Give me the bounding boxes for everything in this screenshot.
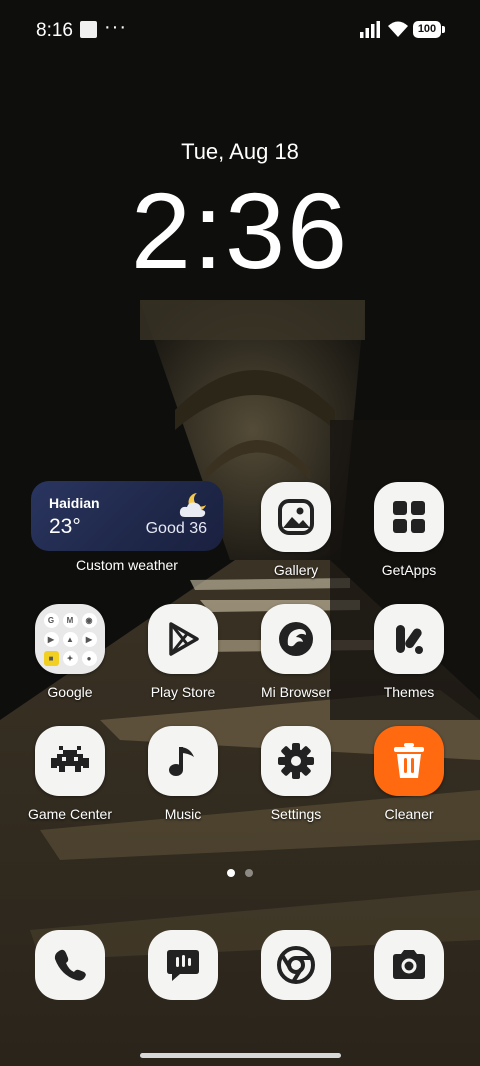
app-themes[interactable]: Themes bbox=[357, 604, 461, 700]
signal-icon bbox=[360, 21, 380, 38]
date: Tue, Aug 18 bbox=[181, 139, 299, 164]
gallery-icon[interactable] bbox=[261, 482, 331, 552]
app-game-center[interactable]: Game Center bbox=[18, 726, 122, 822]
app-getapps[interactable]: GetApps bbox=[357, 482, 461, 578]
page-dot-2[interactable] bbox=[245, 869, 253, 877]
dock-messages[interactable] bbox=[148, 930, 218, 1000]
app-settings[interactable]: Settings bbox=[244, 726, 348, 822]
dock-chrome[interactable] bbox=[261, 930, 331, 1000]
app-play-store[interactable]: Play Store bbox=[131, 604, 235, 700]
app-label: GetApps bbox=[381, 562, 437, 578]
app-label: Settings bbox=[270, 806, 322, 822]
weather-temperature: 23° bbox=[49, 515, 81, 538]
status-time: 8:16 bbox=[36, 20, 73, 41]
messages-icon bbox=[167, 950, 199, 981]
app-google-folder[interactable]: G M ◉ ▶ ▲ ▶ ■ ✦ ● Google bbox=[18, 604, 122, 700]
mi-browser-icon[interactable] bbox=[261, 604, 331, 674]
battery-icon: 100 bbox=[413, 21, 445, 38]
music-icon[interactable] bbox=[148, 726, 218, 796]
app-mi-browser[interactable]: Mi Browser bbox=[244, 604, 348, 700]
weather-widget[interactable]: Haidian 23° Good 36 bbox=[31, 481, 223, 551]
app-cleaner[interactable]: Cleaner bbox=[357, 726, 461, 822]
dock-camera[interactable] bbox=[374, 930, 444, 1000]
battery-level: 100 bbox=[413, 21, 441, 38]
dock-phone[interactable] bbox=[35, 930, 105, 1000]
play-store-icon[interactable] bbox=[148, 604, 218, 674]
phone-icon bbox=[54, 949, 86, 981]
status-bar: 8:16 ··· 100 bbox=[0, 0, 480, 60]
getapps-icon[interactable] bbox=[374, 482, 444, 552]
settings-icon[interactable] bbox=[261, 726, 331, 796]
app-gallery[interactable]: Gallery bbox=[244, 482, 348, 578]
more-notifications-icon: ··· bbox=[104, 16, 127, 38]
app-label: Music bbox=[164, 806, 202, 822]
cleaner-icon[interactable] bbox=[374, 726, 444, 796]
page-indicator bbox=[0, 864, 480, 882]
app-label: Themes bbox=[383, 684, 435, 700]
weather-widget-label: Custom weather bbox=[76, 557, 178, 573]
app-label: Game Center bbox=[27, 806, 113, 822]
chrome-icon bbox=[277, 946, 315, 984]
air-quality: Good 36 bbox=[145, 520, 207, 537]
game-center-icon[interactable] bbox=[35, 726, 105, 796]
google-folder-icon[interactable]: G M ◉ ▶ ▲ ▶ ■ ✦ ● bbox=[35, 604, 105, 674]
partly-cloudy-night-icon bbox=[179, 493, 206, 517]
themes-icon[interactable] bbox=[374, 604, 444, 674]
notification-icon bbox=[80, 21, 97, 38]
weather-city: Haidian bbox=[49, 495, 100, 511]
wifi-icon bbox=[388, 21, 408, 37]
app-label: Google bbox=[47, 684, 93, 700]
camera-icon bbox=[393, 950, 425, 979]
app-label: Play Store bbox=[150, 684, 216, 700]
clock[interactable]: 2:36 bbox=[0, 166, 480, 296]
page-dot-1[interactable] bbox=[227, 869, 235, 877]
app-label: Cleaner bbox=[384, 806, 434, 822]
home-indicator[interactable] bbox=[140, 1053, 341, 1058]
app-label: Gallery bbox=[273, 562, 319, 578]
app-music[interactable]: Music bbox=[131, 726, 235, 822]
app-label: Mi Browser bbox=[260, 684, 331, 700]
